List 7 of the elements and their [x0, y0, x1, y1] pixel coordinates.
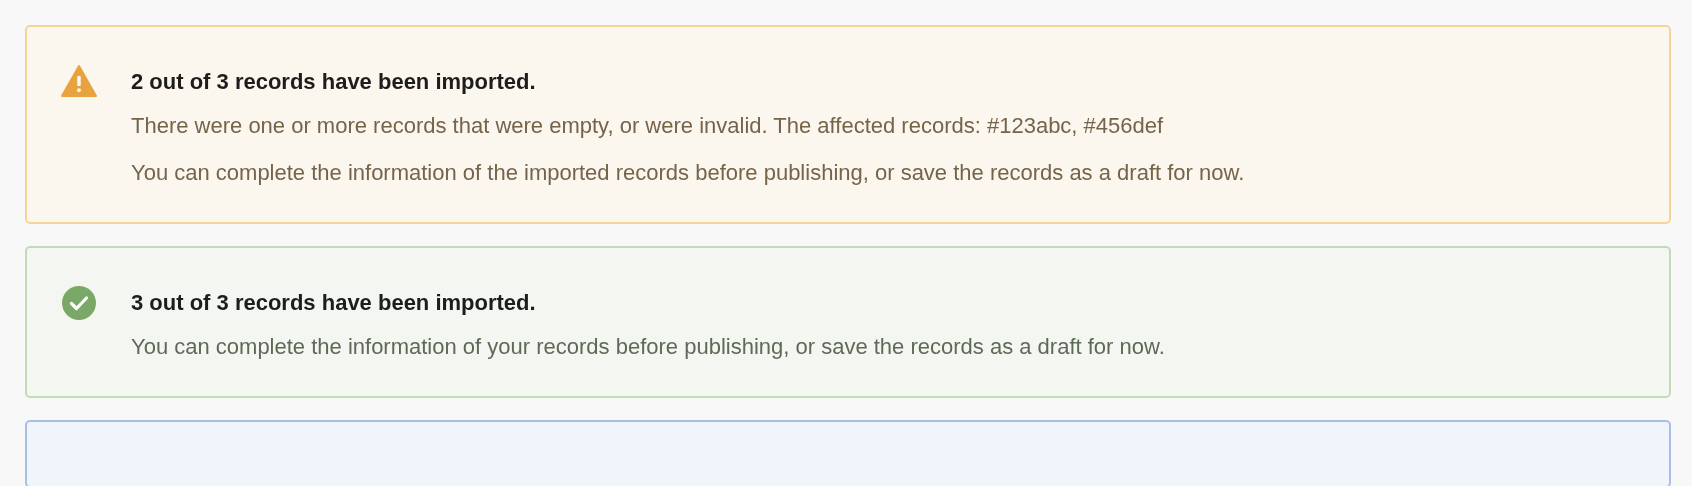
check-circle-icon [62, 286, 96, 320]
alert-message: There were one or more records that were empty, or were invalid. The affected records: #123abc, #456def [131, 112, 1165, 140]
alert-message: You can complete the information of your records before publishing, or save the records as a draft for now. [131, 333, 1165, 361]
alert-title: 3 out of 3 records have been imported. [131, 289, 537, 317]
warning-icon [61, 65, 97, 97]
alert-title: 2 out of 3 records have been imported. [131, 68, 537, 96]
alert-message: You can complete the information of the imported records before publishing, or save the records as a draft for now. [131, 159, 1245, 187]
